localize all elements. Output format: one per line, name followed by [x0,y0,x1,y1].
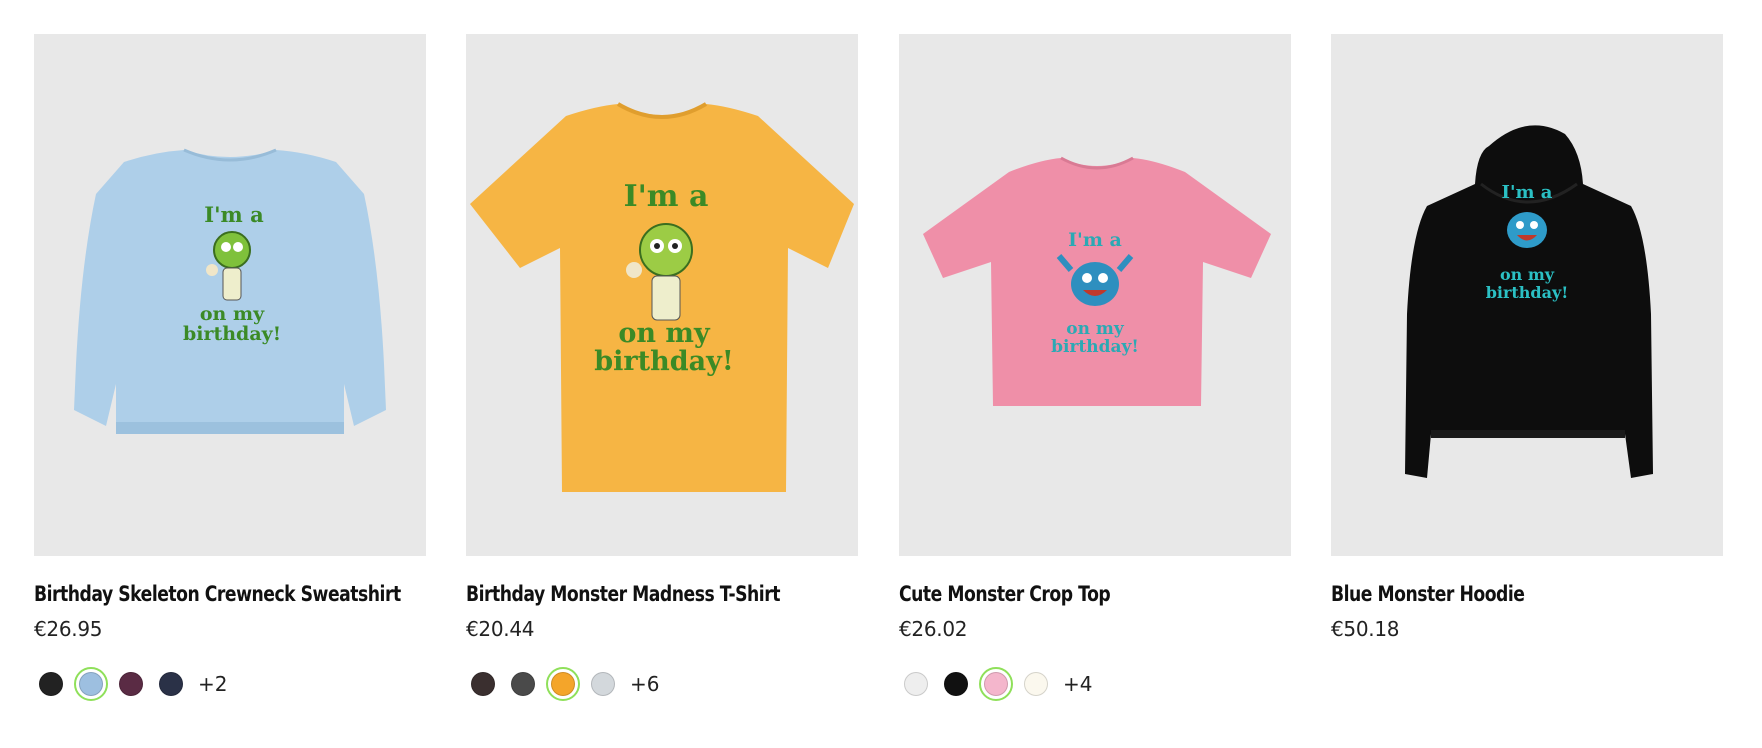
product-title[interactable]: Cute Monster Crop Top [899,582,1220,606]
swatch-dot [904,672,928,696]
color-swatch-selected[interactable] [979,667,1013,701]
swatch-dot [591,672,615,696]
svg-text:birthday!: birthday! [1051,337,1139,357]
product-card[interactable]: I'm a on my birthday! Cute Monster Crop … [899,34,1291,701]
swatch-dot [471,672,495,696]
color-swatch[interactable] [506,667,540,701]
product-image[interactable]: I'm a on my birthday! [34,34,426,556]
color-swatch-selected[interactable] [546,667,580,701]
swatch-dot [39,672,63,696]
svg-text:on my: on my [1500,265,1555,284]
product-image[interactable]: I'm a on my birthday! [1331,34,1723,556]
product-price: €20.44 [466,617,535,641]
product-image[interactable]: I'm a on my birthday! [899,34,1291,556]
svg-text:I'm a: I'm a [204,202,264,227]
svg-text:on my: on my [1066,319,1125,339]
svg-text:on my: on my [200,303,265,325]
svg-text:birthday!: birthday! [183,323,281,345]
product-price: €26.02 [899,617,968,641]
svg-text:birthday!: birthday! [594,346,733,377]
color-swatch[interactable] [466,667,500,701]
color-swatch-selected[interactable] [74,667,108,701]
swatch-dot [551,672,575,696]
product-grid: I'm a on my birthday! Birthday Skeleton … [34,34,1728,734]
product-card[interactable]: I'm a on my birthday! Blue Monster Hoodi… [1331,34,1723,641]
swatch-dot [944,672,968,696]
color-swatches: +2 [34,667,426,701]
swatch-dot [119,672,143,696]
color-swatch[interactable] [1019,667,1053,701]
color-swatch[interactable] [114,667,148,701]
color-swatch[interactable] [34,667,68,701]
more-colors-link[interactable]: +6 [630,672,659,696]
svg-text:I'm a: I'm a [1502,182,1553,203]
svg-text:on my: on my [618,318,711,349]
color-swatch[interactable] [899,667,933,701]
color-swatches: +4 [899,667,1291,701]
more-colors-link[interactable]: +2 [198,672,227,696]
swatch-dot [159,672,183,696]
swatch-dot [1024,672,1048,696]
svg-text:I'm a: I'm a [624,179,709,214]
color-swatch[interactable] [586,667,620,701]
product-title[interactable]: Blue Monster Hoodie [1331,582,1652,606]
product-card[interactable]: I'm a on my birthday! Birthday Monster M… [466,34,858,701]
svg-text:I'm a: I'm a [1068,229,1122,251]
product-price: €50.18 [1331,617,1400,641]
product-title[interactable]: Birthday Monster Madness T-Shirt [466,582,787,606]
product-card[interactable]: I'm a on my birthday! Birthday Skeleton … [34,34,426,701]
svg-text:birthday!: birthday! [1486,283,1569,302]
swatch-dot [511,672,535,696]
color-swatches: +6 [466,667,858,701]
product-image[interactable]: I'm a on my birthday! [466,34,858,556]
product-price: €26.95 [34,617,103,641]
swatch-dot [984,672,1008,696]
swatch-dot [79,672,103,696]
color-swatch[interactable] [154,667,188,701]
color-swatch[interactable] [939,667,973,701]
product-title[interactable]: Birthday Skeleton Crewneck Sweatshirt [34,582,401,606]
more-colors-link[interactable]: +4 [1063,672,1092,696]
